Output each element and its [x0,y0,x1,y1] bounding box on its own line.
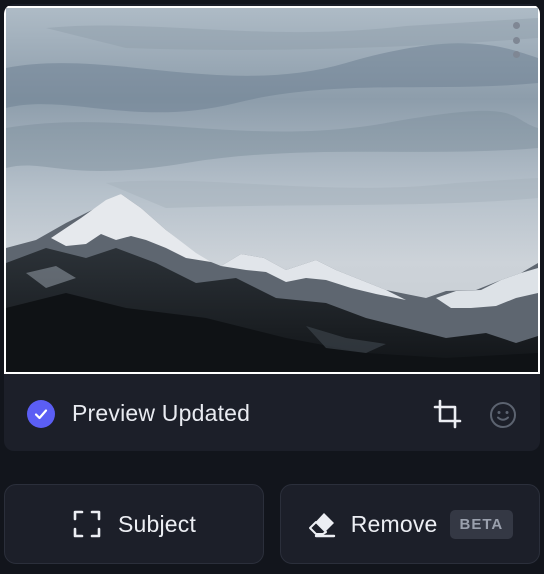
remove-label: Remove [350,510,438,537]
kebab-dot [512,22,520,29]
focus-frame-icon [72,509,102,539]
status-row: Preview Updated [4,376,540,451]
subject-button[interactable]: Subject [4,484,264,564]
beta-badge: BETA [449,509,514,539]
subject-label: Subject [117,510,197,537]
check-circle-icon [27,400,55,428]
kebab-dot [512,51,520,58]
smiley-icon[interactable] [488,400,518,430]
eraser-icon [307,509,337,539]
status-text: Preview Updated [72,400,251,426]
remove-button[interactable]: Remove BETA [280,484,540,564]
preview-image[interactable] [4,6,540,374]
crop-icon[interactable] [432,398,464,430]
mountain-image [6,8,538,372]
more-vertical-icon[interactable] [510,22,522,58]
preview-card: Preview Updated [4,4,540,451]
editor-panel: Preview Updated Subject Remove BETA [0,0,544,574]
kebab-dot [512,36,520,44]
